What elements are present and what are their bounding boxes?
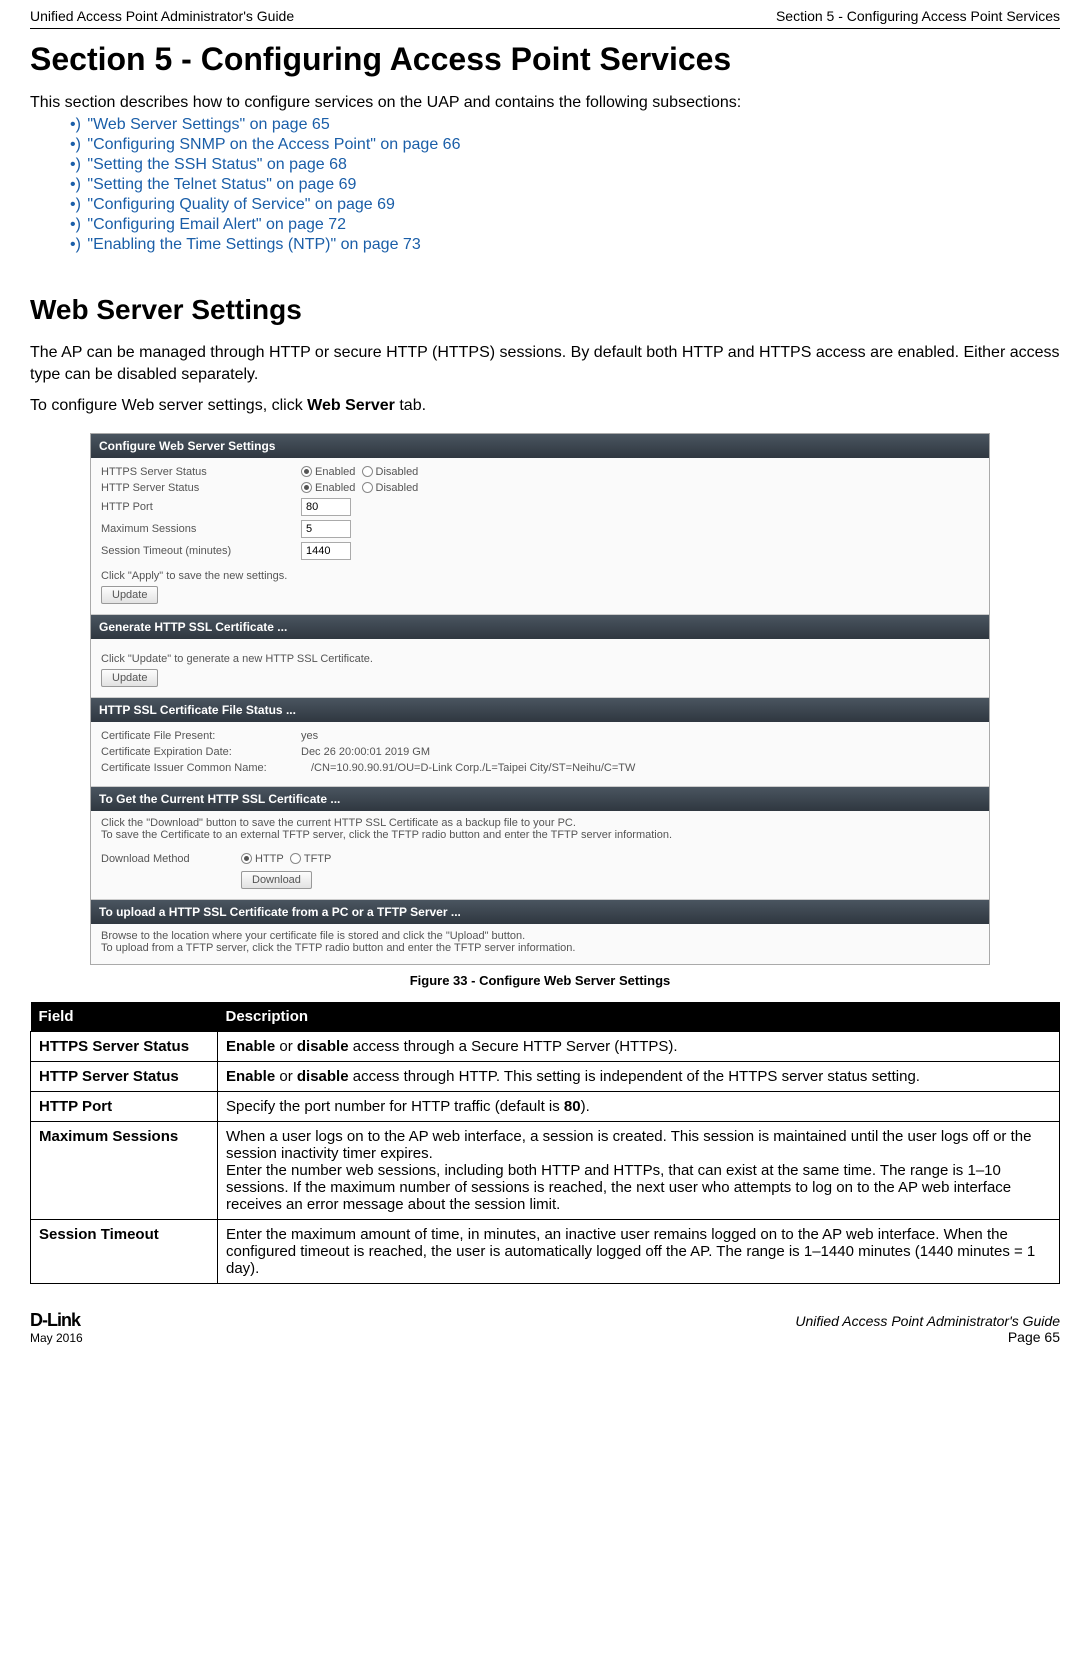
http-status-label: HTTP Server Status [101, 482, 301, 494]
link-item: •) "Configuring Email Alert" on page 72 [70, 216, 1060, 234]
footer-guide: Unified Access Point Administrator's Gui… [795, 1313, 1060, 1329]
generate-cert-header: Generate HTTP SSL Certificate ... [91, 615, 989, 639]
link-text[interactable]: "Setting the SSH Status" on page 68 [87, 156, 347, 173]
screenshot-titlebar: Configure Web Server Settings [91, 434, 989, 458]
screenshot-panel: Configure Web Server Settings HTTPS Serv… [90, 433, 990, 965]
cert-status-header: HTTP SSL Certificate File Status ... [91, 698, 989, 722]
footer-page: Page 65 [795, 1329, 1060, 1345]
enabled-option[interactable]: Enabled [315, 482, 355, 494]
disabled-option[interactable]: Disabled [376, 482, 419, 494]
http-port-label: HTTP Port [101, 501, 301, 513]
field-description-table: Field Description HTTPS Server Status En… [30, 1002, 1060, 1284]
table-row: HTTP Port Specify the port number for HT… [31, 1091, 1060, 1121]
update-button[interactable]: Update [101, 669, 158, 687]
link-text[interactable]: "Setting the Telnet Status" on page 69 [87, 176, 356, 193]
field-desc: Enter the maximum amount of time, in min… [218, 1219, 1060, 1283]
header-rule [30, 28, 1060, 29]
field-desc: Specify the port number for HTTP traffic… [218, 1091, 1060, 1121]
table-row: Maximum Sessions When a user logs on to … [31, 1121, 1060, 1219]
radio-icon[interactable] [301, 482, 312, 493]
para-bold: Web Server [307, 397, 395, 414]
update-button[interactable]: Update [101, 586, 158, 604]
logo: D-Link [30, 1310, 83, 1331]
sub-heading: Web Server Settings [30, 294, 1060, 326]
paragraph: To configure Web server settings, click … [30, 395, 1060, 417]
cert-issuer-label: Certificate Issuer Common Name: [101, 762, 311, 774]
enabled-option[interactable]: Enabled [315, 466, 355, 478]
field-desc: When a user logs on to the AP web interf… [218, 1121, 1060, 1219]
header-right: Section 5 - Configuring Access Point Ser… [776, 8, 1060, 24]
get-cert-note: Click the "Download" button to save the … [101, 817, 979, 829]
table-row: HTTPS Server Status Enable or disable ac… [31, 1031, 1060, 1061]
get-cert-note: To save the Certificate to an external T… [101, 829, 979, 841]
download-method-label: Download Method [101, 853, 241, 865]
link-text[interactable]: "Configuring Quality of Service" on page… [87, 196, 395, 213]
bullet-icon: •) [70, 216, 81, 233]
download-button[interactable]: Download [241, 871, 312, 889]
upload-note: To upload from a TFTP server, click the … [101, 942, 979, 954]
field-name: Maximum Sessions [31, 1121, 218, 1219]
page-footer: D-Link May 2016 Unified Access Point Adm… [30, 1304, 1060, 1345]
table-header-desc: Description [218, 1002, 1060, 1032]
field-desc: Enable or disable access through a Secur… [218, 1031, 1060, 1061]
link-item: •) "Configuring SNMP on the Access Point… [70, 136, 1060, 154]
table-row: Session Timeout Enter the maximum amount… [31, 1219, 1060, 1283]
radio-icon[interactable] [301, 466, 312, 477]
bullet-icon: •) [70, 196, 81, 213]
link-item: •) "Setting the Telnet Status" on page 6… [70, 176, 1060, 194]
bullet-icon: •) [70, 116, 81, 133]
http-port-input[interactable] [301, 498, 351, 516]
bullet-icon: •) [70, 136, 81, 153]
field-desc: Enable or disable access through HTTP. T… [218, 1061, 1060, 1091]
tftp-option[interactable]: TFTP [304, 853, 332, 865]
para-text: tab. [395, 397, 426, 414]
session-timeout-label: Session Timeout (minutes) [101, 545, 301, 557]
max-sessions-label: Maximum Sessions [101, 523, 301, 535]
bullet-icon: •) [70, 236, 81, 253]
cert-exp-value: Dec 26 20:00:01 2019 GM [301, 746, 430, 758]
intro-text: This section describes how to configure … [30, 94, 1060, 112]
apply-note: Click "Apply" to save the new settings. [101, 570, 979, 582]
header-left: Unified Access Point Administrator's Gui… [30, 8, 294, 24]
bullet-icon: •) [70, 156, 81, 173]
radio-icon[interactable] [241, 853, 252, 864]
https-status-label: HTTPS Server Status [101, 466, 301, 478]
para-text: To configure Web server settings, click [30, 397, 307, 414]
http-option[interactable]: HTTP [255, 853, 284, 865]
max-sessions-input[interactable] [301, 520, 351, 538]
field-name: HTTP Server Status [31, 1061, 218, 1091]
link-item: •) "Configuring Quality of Service" on p… [70, 196, 1060, 214]
bullet-icon: •) [70, 176, 81, 193]
cert-exp-label: Certificate Expiration Date: [101, 746, 301, 758]
link-item: •) "Enabling the Time Settings (NTP)" on… [70, 236, 1060, 254]
field-name: Session Timeout [31, 1219, 218, 1283]
session-timeout-input[interactable] [301, 542, 351, 560]
link-text[interactable]: "Enabling the Time Settings (NTP)" on pa… [87, 236, 420, 253]
upload-cert-header: To upload a HTTP SSL Certificate from a … [91, 900, 989, 924]
field-name: HTTP Port [31, 1091, 218, 1121]
generate-cert-note: Click "Update" to generate a new HTTP SS… [101, 653, 979, 665]
link-item: •) "Web Server Settings" on page 65 [70, 116, 1060, 134]
cert-present-label: Certificate File Present: [101, 730, 301, 742]
link-text[interactable]: "Configuring SNMP on the Access Point" o… [87, 136, 460, 153]
table-header-field: Field [31, 1002, 218, 1032]
footer-date: May 2016 [30, 1331, 83, 1345]
link-text[interactable]: "Configuring Email Alert" on page 72 [87, 216, 346, 233]
radio-icon[interactable] [290, 853, 301, 864]
disabled-option[interactable]: Disabled [376, 466, 419, 478]
table-row: HTTP Server Status Enable or disable acc… [31, 1061, 1060, 1091]
link-item: •) "Setting the SSH Status" on page 68 [70, 156, 1060, 174]
upload-note: Browse to the location where your certif… [101, 930, 979, 942]
field-name: HTTPS Server Status [31, 1031, 218, 1061]
section-title: Section 5 - Configuring Access Point Ser… [30, 41, 1060, 78]
radio-icon[interactable] [362, 482, 373, 493]
paragraph: The AP can be managed through HTTP or se… [30, 342, 1060, 385]
cert-issuer-value: /CN=10.90.90.91/OU=D-Link Corp./L=Taipei… [311, 762, 635, 774]
link-text[interactable]: "Web Server Settings" on page 65 [87, 116, 329, 133]
cert-present-value: yes [301, 730, 318, 742]
figure-caption: Figure 33 - Configure Web Server Setting… [90, 973, 990, 988]
radio-icon[interactable] [362, 466, 373, 477]
get-cert-header: To Get the Current HTTP SSL Certificate … [91, 787, 989, 811]
